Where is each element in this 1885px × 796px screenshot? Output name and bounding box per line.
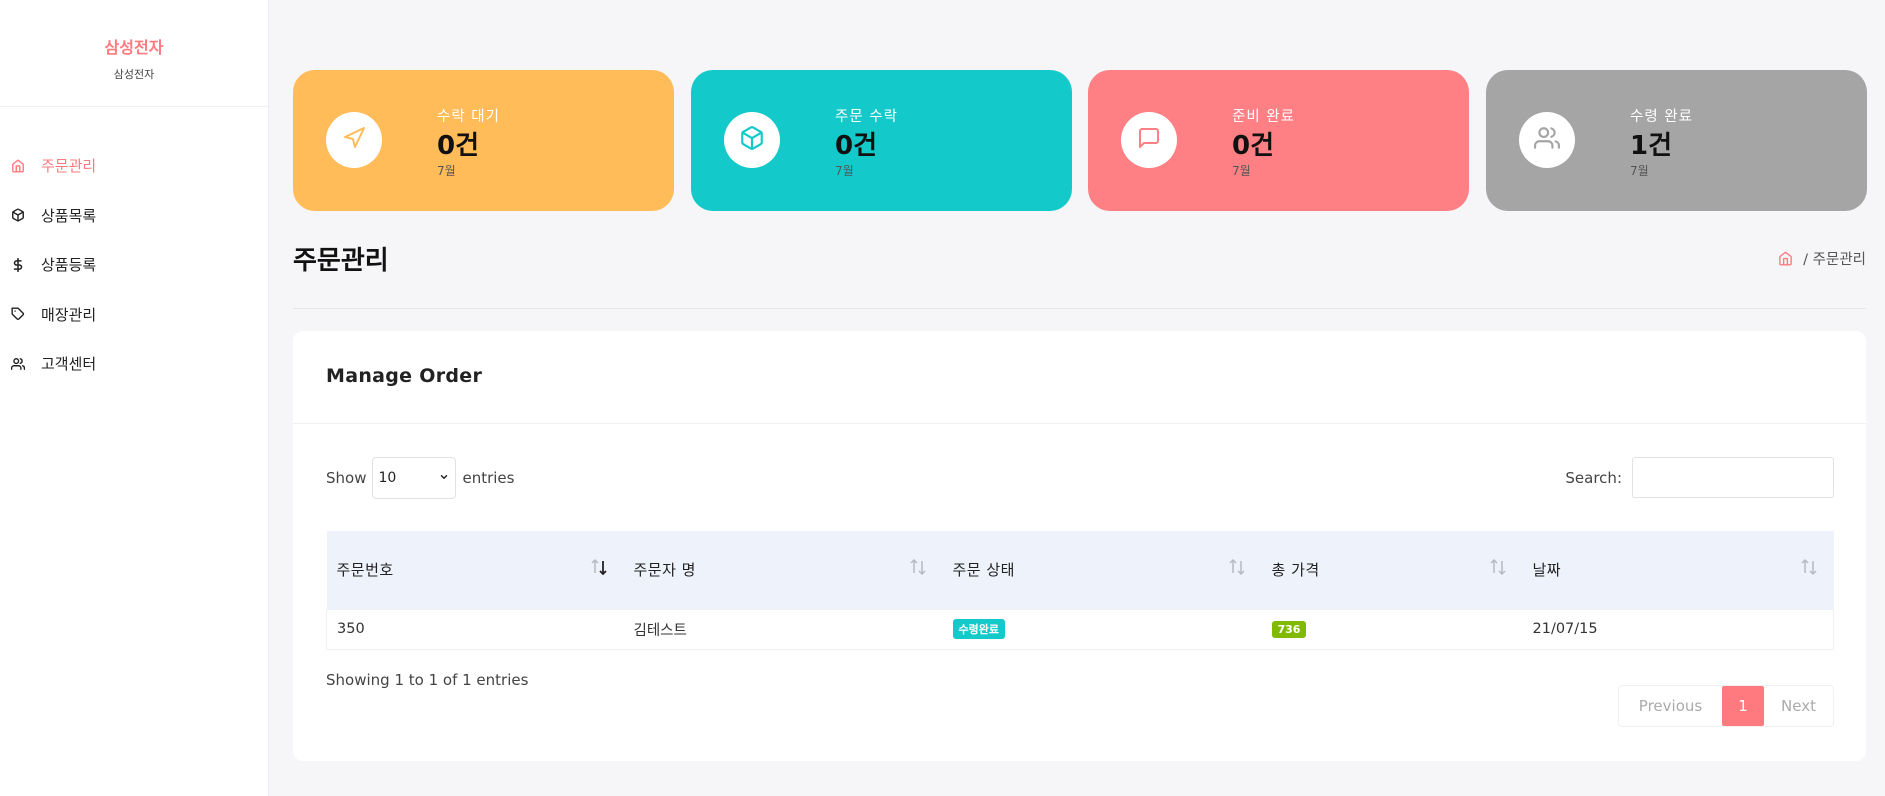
- sidebar-item-customer-center[interactable]: 고객센터: [0, 339, 268, 389]
- page-length-control: Show 10 entries: [326, 457, 514, 499]
- cell-date: 21/07/15: [1532, 621, 1598, 637]
- sidebar-item-product-register[interactable]: 상품등록: [0, 240, 268, 290]
- next-button[interactable]: Next: [1764, 686, 1833, 726]
- sidebar: 삼성전자 삼성전자 주문관리 상품목록 상품등록 매장관리 고객센터: [0, 0, 269, 796]
- brand-subtitle: 삼성전자: [113, 68, 155, 81]
- column-header-order-no[interactable]: 주문번호: [327, 531, 624, 609]
- column-header-date[interactable]: 날짜: [1523, 531, 1834, 609]
- price-badge: 736: [1271, 620, 1307, 638]
- sort-icon: [909, 558, 926, 576]
- manage-order-panel: Manage Order Show 10 entries Search: 주문번…: [293, 331, 1866, 761]
- page-title: 주문관리: [293, 246, 389, 276]
- card-label: 준비 완료: [1232, 109, 1295, 125]
- column-header-customer[interactable]: 주문자 명: [624, 531, 943, 609]
- page-length-value: 10: [378, 470, 397, 486]
- status-badge: 수령완료: [952, 619, 1005, 639]
- sidebar-nav: 주문관리 상품목록 상품등록 매장관리 고객센터: [0, 141, 268, 389]
- home-icon: [10, 158, 26, 174]
- card-icon-circle: [326, 112, 382, 168]
- card-label: 주문 수락: [835, 109, 898, 125]
- show-label: Show: [326, 469, 367, 487]
- sort-icon: [1228, 558, 1245, 576]
- page-length-select[interactable]: 10: [372, 457, 457, 499]
- sidebar-item-label: 상품목록: [41, 206, 97, 225]
- cell-order-no: 350: [337, 621, 365, 637]
- stat-card-received: 수령 완료 1건 7월: [1486, 70, 1867, 211]
- entries-label: entries: [462, 469, 515, 487]
- sidebar-item-label: 주문관리: [41, 157, 97, 176]
- sort-asc-icon: [590, 558, 607, 576]
- column-header-total[interactable]: 총 가격: [1262, 531, 1523, 609]
- users-icon: [1534, 125, 1560, 155]
- sidebar-item-order-management[interactable]: 주문관리: [0, 141, 268, 191]
- card-label: 수락 대기: [437, 109, 500, 125]
- card-label: 수령 완료: [1630, 109, 1693, 125]
- panel-title: Manage Order: [326, 365, 483, 387]
- table-header-row: 주문번호 주문자 명 주문 상태 총 가격 날짜: [326, 531, 1834, 609]
- previous-button[interactable]: Previous: [1619, 686, 1722, 726]
- breadcrumb: / 주문관리: [1778, 248, 1866, 269]
- stat-card-accepted: 주문 수락 0건 7월: [691, 70, 1072, 211]
- card-value: 0건: [1232, 131, 1275, 161]
- sort-icon: [1800, 558, 1817, 576]
- stat-card-pending: 수락 대기 0건 7월: [293, 70, 674, 211]
- stat-card-ready: 준비 완료 0건 7월: [1088, 70, 1469, 211]
- card-subtitle: 7월: [1630, 164, 1649, 178]
- cell-status: 수령완료: [943, 609, 1262, 649]
- sidebar-item-label: 고객센터: [41, 355, 97, 374]
- card-subtitle: 7월: [437, 164, 456, 178]
- sidebar-item-label: 상품등록: [41, 256, 97, 275]
- message-icon: [1137, 126, 1161, 154]
- panel-header: Manage Order: [293, 331, 1866, 424]
- chevron-down-icon: [439, 470, 449, 486]
- card-subtitle: 7월: [1232, 164, 1251, 178]
- dollar-icon: [10, 257, 26, 273]
- search-input[interactable]: [1632, 457, 1834, 498]
- users-icon: [10, 356, 26, 372]
- card-value: 1건: [1630, 131, 1673, 161]
- card-value: 0건: [835, 131, 878, 161]
- sort-icon: [1489, 558, 1506, 576]
- breadcrumb-current: / 주문관리: [1803, 252, 1866, 268]
- table-row[interactable]: 350 김테스트 수령완료 736 21/07/15: [326, 609, 1834, 649]
- page-button-current[interactable]: 1: [1722, 686, 1764, 726]
- sidebar-item-label: 매장관리: [41, 305, 97, 324]
- search-label: Search:: [1565, 468, 1622, 487]
- card-subtitle: 7월: [835, 164, 854, 178]
- box-icon: [739, 125, 765, 155]
- send-icon: [342, 126, 366, 154]
- divider: [293, 308, 1866, 309]
- card-icon-circle: [1519, 112, 1575, 168]
- box-icon: [10, 207, 26, 223]
- sidebar-item-store-management[interactable]: 매장관리: [0, 290, 268, 340]
- card-value: 0건: [437, 131, 480, 161]
- card-icon-circle: [724, 112, 780, 168]
- brand: 삼성전자 삼성전자: [0, 0, 268, 107]
- column-header-status[interactable]: 주문 상태: [943, 531, 1262, 609]
- tag-icon: [10, 306, 26, 322]
- brand-title[interactable]: 삼성전자: [0, 34, 268, 58]
- home-icon[interactable]: [1778, 251, 1794, 267]
- table-info: Showing 1 to 1 of 1 entries: [326, 671, 529, 689]
- pagination: Previous 1 Next: [1618, 685, 1834, 727]
- orders-table: 주문번호 주문자 명 주문 상태 총 가격 날짜 350 김테스트 수령완료 7…: [326, 531, 1834, 650]
- cell-total: 736: [1262, 609, 1523, 649]
- card-icon-circle: [1121, 112, 1177, 168]
- search-control: Search:: [1565, 457, 1834, 498]
- cell-customer: 김테스트: [633, 622, 687, 639]
- sidebar-item-product-list[interactable]: 상품목록: [0, 191, 268, 241]
